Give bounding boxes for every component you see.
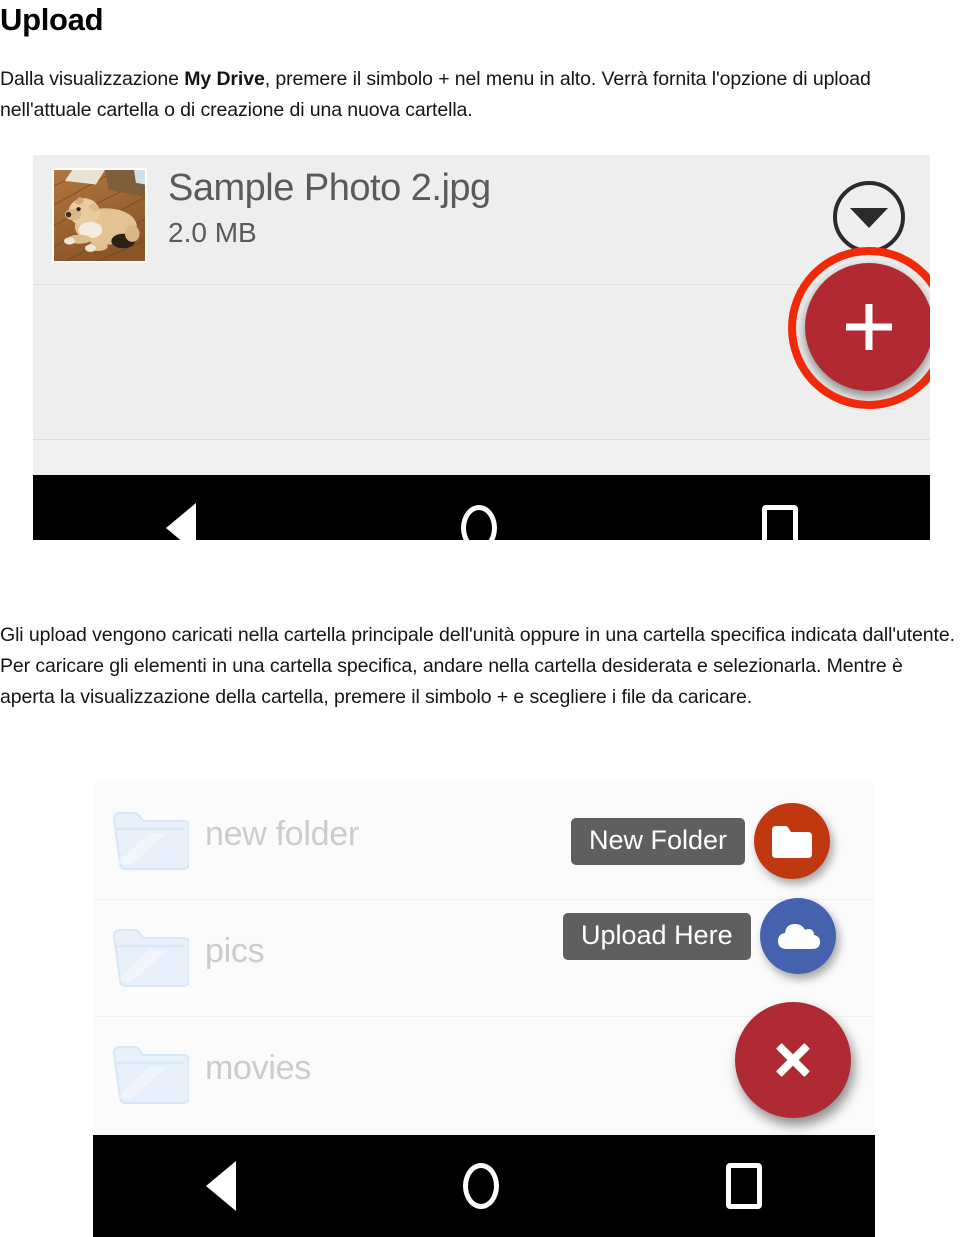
folder-name: pics [205,932,265,970]
chevron-down-triangle [850,208,888,228]
list-divider [93,1133,875,1134]
chevron-down-icon[interactable] [833,181,905,253]
folder-icon [111,926,189,990]
page-title: Upload [0,2,104,37]
screenshot-folder-speed-dial: new folder pics movies New Folder Upload… [93,783,875,1237]
speed-dial-new-folder[interactable]: New Folder [571,803,831,879]
screenshot-mydrive-upload: Sample Photo 2.jpg 2.0 MB [33,155,930,540]
speed-dial-label: Upload Here [563,912,751,960]
intro-text-before-bold: Dalla visualizzazione [0,68,185,90]
speed-dial-label: New Folder [571,817,746,865]
home-circle-icon[interactable] [462,1163,499,1209]
intro-paragraph: Dalla visualizzazione My Drive, premere … [0,64,960,126]
new-folder-fab-button[interactable] [754,803,831,879]
recents-square-icon[interactable] [761,504,798,540]
list-empty-area [33,440,930,475]
close-fab-button[interactable] [735,1002,851,1118]
speed-dial-upload-here[interactable]: Upload Here [563,898,836,974]
folder-icon [111,809,189,873]
folder-icon [772,826,813,858]
folder-icon [111,1043,189,1107]
file-size: 2.0 MB [168,217,257,248]
home-circle-icon[interactable] [460,504,497,540]
middle-paragraph: Gli upload vengono caricati nella cartel… [0,624,955,708]
file-list-item[interactable]: Sample Photo 2.jpg 2.0 MB [33,155,930,285]
intro-bold-term: My Drive [184,68,265,90]
folder-name: movies [205,1049,311,1087]
recents-square-icon[interactable] [725,1163,762,1209]
android-navigation-bar [33,475,930,540]
cloud-upload-icon [777,924,820,949]
android-navigation-bar [93,1135,875,1237]
list-divider [33,284,930,285]
file-thumbnail [52,168,147,263]
upload-here-fab-button[interactable] [759,898,836,974]
back-triangle-icon[interactable] [206,1161,237,1211]
back-triangle-icon[interactable] [165,502,196,540]
folder-name: new folder [205,815,359,853]
file-name: Sample Photo 2.jpg [168,167,491,209]
